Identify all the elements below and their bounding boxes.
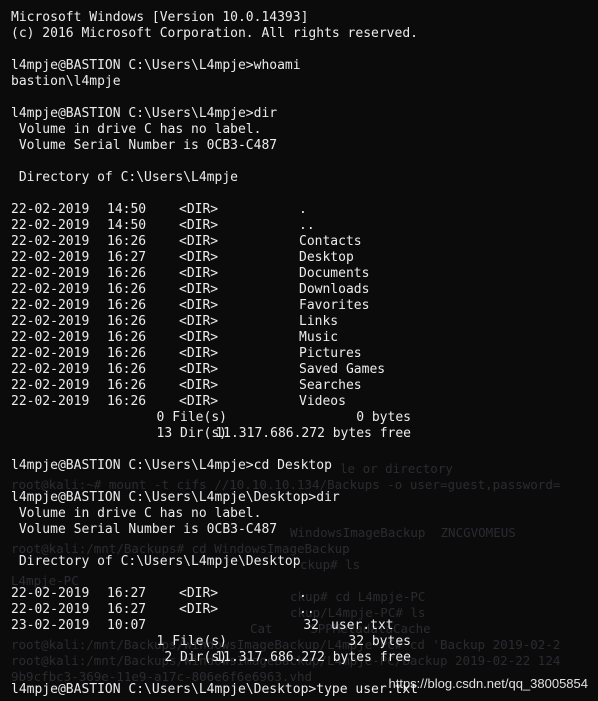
terminal-output[interactable]: Microsoft Windows [Version 10.0.14393] (… (11, 10, 598, 698)
dir-entry: 22-02-2019 16:26 <DIR> Music (11, 330, 339, 345)
banner-line: Microsoft Windows [Version 10.0.14393] (11, 10, 309, 25)
dir-entry: 22-02-2019 14:50 <DIR>. (11, 202, 307, 217)
volume-info: Volume in drive C has no label. (11, 506, 262, 521)
command-prompt: l4mpje@BASTION C:\Users\L4mpje>whoami (11, 58, 301, 73)
dir-listing-desktop: 22-02-2019 16:27 <DIR>. 22-02-2019 16:27 <DI… (11, 586, 598, 634)
dir-entry: 22-02-2019 16:26 <DIR> Downloads (11, 282, 370, 297)
dir-entry: 22-02-2019 16:27 <DIR> Desktop (11, 250, 354, 265)
dir-entry: 22-02-2019 14:50 <DIR>.. (11, 218, 315, 233)
dir-entry: 22-02-2019 16:26 <DIR> Pictures (11, 346, 362, 361)
command-prompt: l4mpje@BASTION C:\Users\L4mpje\Desktop>d… (11, 490, 340, 505)
dir-entry: 22-02-2019 16:26 <DIR> Favorites (11, 298, 370, 313)
dir-entry: 22-02-2019 16:27 <DIR>.. (11, 602, 315, 617)
command-output: bastion\l4mpje (11, 74, 121, 89)
command-prompt: l4mpje@BASTION C:\Users\L4mpje>cd Deskto… (11, 458, 332, 473)
file-entry: 23-02-2019 10:07 32 user.txt (11, 618, 394, 633)
dir-entry: 22-02-2019 16:26 <DIR> Searches (11, 378, 362, 393)
dir-entry: 22-02-2019 16:26 <DIR> Contacts (11, 234, 362, 249)
watermark-url: https://blog.csdn.net/qq_38005854 (388, 676, 589, 691)
dir-summary-dirs: 13 Dir(s) 11.317.686.272 bytes free (156, 426, 411, 441)
dir-entry: 22-02-2019 16:26 <DIR> Documents (11, 266, 370, 281)
dir-listing-users: 22-02-2019 14:50 <DIR>. 22-02-2019 14:50 <DI… (11, 202, 598, 410)
volume-serial: Volume Serial Number is 0CB3-C487 (11, 138, 278, 153)
dir-entry: 22-02-2019 16:26 <DIR> Saved Games (11, 362, 386, 377)
dir-entry: 22-02-2019 16:26 <DIR> Links (11, 314, 339, 329)
dir-summary-files: 0 File(s) 0 bytes (156, 410, 411, 425)
terminal-window[interactable]: le or directory root@kali:~# mount -t ci… (0, 0, 598, 701)
command-prompt: l4mpje@BASTION C:\Users\L4mpje>dir (11, 106, 278, 121)
volume-serial: Volume Serial Number is 0CB3-C487 (11, 522, 278, 537)
dir-summary-files: 1 File(s) 32 bytes (156, 634, 411, 649)
directory-heading: Directory of C:\Users\L4mpje (11, 170, 238, 185)
dir-entry: 22-02-2019 16:26 <DIR> Videos (11, 394, 346, 409)
volume-info: Volume in drive C has no label. (11, 122, 262, 137)
banner-line: (c) 2016 Microsoft Corporation. All righ… (11, 26, 418, 41)
dir-entry: 22-02-2019 16:27 <DIR>. (11, 586, 307, 601)
dir-summary-dirs: 2 Dir(s) 11.317.686.272 bytes free (164, 650, 411, 665)
directory-heading: Directory of C:\Users\L4mpje\Desktop (11, 554, 301, 569)
